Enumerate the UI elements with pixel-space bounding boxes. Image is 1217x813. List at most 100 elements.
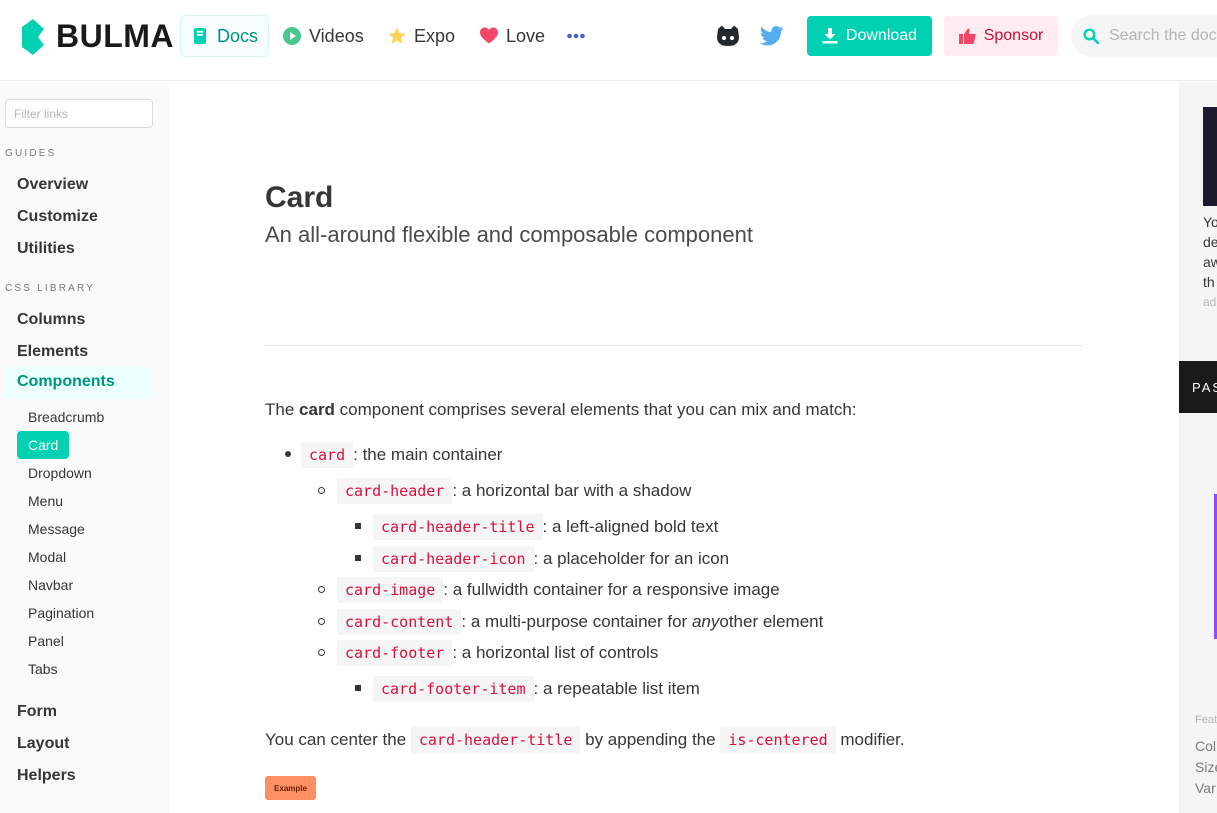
nav-videos[interactable]: Videos [283,16,364,56]
code-snippet: card-header [337,478,453,504]
sidebar-item-navbar[interactable]: Navbar [28,577,73,593]
docs-sidebar: Filter links GUIDES Overview Customize U… [0,82,169,813]
sidebar-item-components-label: Components [17,373,115,390]
sidebar-item-utilities[interactable]: Utilities [17,240,75,258]
page-title: Card [265,181,334,214]
list-bullet [318,649,325,656]
list-item: card-content: a multi-purpose container … [337,609,823,635]
centering-paragraph: You can center the card-header-title by … [265,727,905,753]
download-button[interactable]: Download [807,16,932,56]
code-snippet: card-header-title [410,727,581,753]
centering-text-post: modifier. [835,730,905,749]
sidebar-item-pagination[interactable]: Pagination [28,605,94,621]
ad-tag: ad [1203,295,1217,309]
thumbs-up-icon [958,28,976,44]
nav-docs[interactable]: Docs [180,15,269,57]
nav-expo-label: Expo [414,25,456,46]
heart-icon [480,27,498,44]
example-tag: Example [265,776,316,800]
sidebar-item-form[interactable]: Form [17,703,57,721]
download-label: Download [845,27,918,44]
github-link[interactable] [716,16,740,56]
sidebar-item-panel[interactable]: Panel [28,633,64,649]
book-icon [193,28,206,44]
list-bullet [355,555,361,561]
sponsor-label: Sponsor [983,27,1044,44]
nav-love[interactable]: Love [480,16,545,56]
code-snippet: card-content [337,609,462,635]
list-item-text: : a repeatable list item [533,679,700,698]
list-item-text: : a multi-purpose container for [461,612,688,631]
search-icon [1083,28,1099,44]
code-snippet: card-header-title [373,514,543,540]
list-item: card-header-icon: a placeholder for an i… [373,546,729,572]
intro-text-bold: card [299,400,335,419]
nav-love-label: Love [506,25,546,46]
list-item-emphasis: any [691,612,720,631]
centering-text-mid: by appending the [580,730,721,749]
ad-image[interactable] [1203,107,1217,206]
intro-paragraph: The card component comprises several ele… [265,400,857,420]
sidebar-item-columns[interactable]: Columns [17,311,85,329]
featured-label: Feat [1195,714,1217,726]
list-item: card-image: a fullwidth container for a … [337,577,780,603]
featured-item[interactable]: Col [1195,738,1216,754]
list-item-text: : a placeholder for an icon [533,549,730,568]
filter-links-input[interactable]: Filter links [5,99,153,128]
download-icon [822,28,838,44]
code-snippet: card-footer-item [373,676,534,702]
nav-videos-label: Videos [309,25,364,46]
intro-text-pre: The [265,400,300,419]
sidebar-item-helpers[interactable]: Helpers [17,767,76,785]
more-menu[interactable] [567,16,585,56]
list-item-text: : a horizontal bar with a shadow [452,481,692,500]
nav-expo[interactable]: Expo [388,16,455,56]
list-bullet [355,685,361,691]
brand-name: BULMA [56,18,175,54]
list-item-text: : a horizontal list of controls [452,643,659,662]
ad-text-line: de [1203,234,1217,250]
list-bullet [318,618,325,625]
list-bullet [318,586,325,593]
sidebar-item-components[interactable]: Components [5,367,151,399]
right-sidebar: Yo de aw th ad PAS Feat Col Size Var [1179,82,1217,813]
list-item-text: : the main container [353,445,503,464]
sidebar-item-elements[interactable]: Elements [17,343,88,361]
main-content: Card An all-around flexible and composab… [169,82,1179,813]
sidebar-item-menu[interactable]: Menu [28,493,63,509]
ad-text-line: aw [1203,254,1217,270]
github-icon [717,25,739,46]
brand-logo[interactable]: BULMA [20,18,174,55]
sidebar-item-message[interactable]: Message [28,521,85,537]
featured-item[interactable]: Var [1195,780,1216,796]
ad-text-line: th [1203,274,1215,290]
list-item: card-header: a horizontal bar with a sha… [337,478,691,504]
css-library-section-label: CSS LIBRARY [5,283,96,294]
twitter-link[interactable] [760,16,784,56]
sidebar-item-layout[interactable]: Layout [17,735,69,753]
list-bullet [285,451,291,457]
nav-docs-label: Docs [216,25,258,46]
search-placeholder: Search the docs [1109,27,1217,44]
code-snippet: card-header-icon [373,546,534,572]
promo-banner[interactable]: PAS [1179,361,1217,413]
code-snippet: card [301,442,354,468]
sidebar-item-modal[interactable]: Modal [28,549,66,565]
featured-item[interactable]: Size [1195,759,1217,775]
list-item: card-footer: a horizontal list of contro… [337,640,658,666]
sidebar-item-card[interactable]: Card [17,431,69,459]
list-item: card: the main container [301,442,502,468]
sidebar-item-customize[interactable]: Customize [17,208,98,226]
search-input[interactable]: Search the docs [1071,15,1217,57]
sidebar-item-dropdown[interactable]: Dropdown [28,465,92,481]
bulma-logo-icon [22,18,44,55]
list-bullet [318,487,325,494]
list-bullet [355,523,361,529]
sponsor-button[interactable]: Sponsor [944,16,1058,56]
ellipsis-icon [567,33,585,39]
play-icon [283,27,301,45]
sidebar-item-overview[interactable]: Overview [17,176,88,194]
sidebar-item-breadcrumb[interactable]: Breadcrumb [28,409,104,425]
centering-text-pre: You can center the [265,730,411,749]
sidebar-item-tabs[interactable]: Tabs [28,661,58,677]
